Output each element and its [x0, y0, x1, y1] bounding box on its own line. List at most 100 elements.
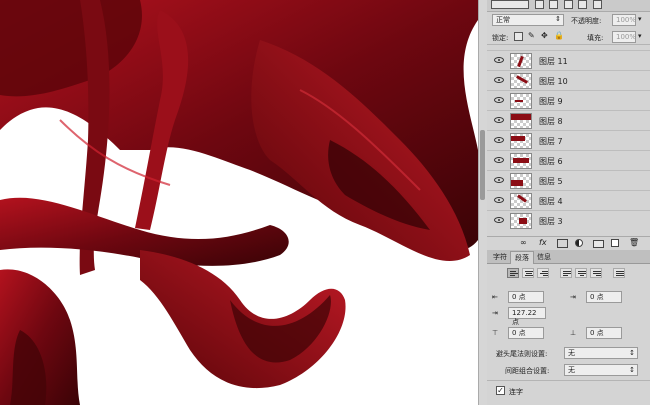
layer-thumbnail [510, 173, 532, 189]
layer-thumbnail [510, 133, 532, 149]
mojikumi-label: 间距组合设置: [505, 367, 550, 375]
layer-thumbnail [510, 53, 532, 69]
chevron-updown-icon: ⇕ [555, 15, 561, 23]
justify-all-button[interactable] [613, 268, 625, 278]
kinsoku-select[interactable]: 无 [564, 347, 638, 359]
layer-name: 图层 3 [539, 217, 563, 226]
layer-row[interactable]: 图层 8 [487, 110, 650, 130]
align-center-button[interactable] [522, 268, 534, 278]
mojikumi-select[interactable]: 无 [564, 364, 638, 376]
layer-name: 图层 8 [539, 117, 563, 126]
lock-brush-icon[interactable]: ✎ [528, 31, 535, 40]
kinsoku-label: 避头尾法则设置: [496, 350, 548, 358]
adjustment-icon[interactable] [575, 239, 583, 247]
space-after-input[interactable]: 0 点 [586, 327, 622, 339]
fill-dropdown-icon[interactable]: ▾ [638, 32, 642, 40]
layer-list: 图层 11 图层 10 图层 9 图层 8 图层 7 图层 6 图层 5 图层 … [487, 46, 650, 234]
fill-input[interactable]: 100% [612, 31, 636, 43]
red-fabric-artwork [0, 0, 478, 405]
layer-thumbnail [510, 73, 532, 89]
first-line-indent-icon: ⇥ [492, 309, 498, 317]
justify-last-right-button[interactable] [590, 268, 602, 278]
opacity-input[interactable]: 100% [612, 14, 636, 26]
filter-pixel-icon[interactable] [534, 0, 544, 9]
layers-footer: ∞ fx 🗑 [487, 236, 650, 249]
filter-text-icon[interactable] [563, 0, 573, 9]
lock-move-icon[interactable]: ✥ [541, 31, 548, 40]
layer-name: 图层 10 [539, 77, 568, 86]
align-right-button[interactable] [537, 268, 549, 278]
fx-icon[interactable]: fx [539, 238, 547, 247]
layers-and-paragraph-panel: 正常 ⇕ 不透明度: 100% ▾ 锁定: ✎ ✥ 🔒 填充: 100% ▾ 图… [487, 0, 650, 405]
lock-label: 锁定: [492, 34, 509, 42]
trash-icon[interactable]: 🗑 [629, 238, 639, 247]
hyphenate-divider [487, 380, 650, 381]
layer-row[interactable]: 图层 4 [487, 190, 650, 210]
layer-row[interactable]: 图层 6 [487, 150, 650, 170]
eye-icon[interactable] [494, 97, 504, 103]
align-left-button[interactable] [507, 268, 519, 278]
eye-icon[interactable] [494, 137, 504, 143]
new-layer-icon[interactable] [611, 239, 619, 247]
layer-thumbnail [510, 93, 532, 109]
justify-last-left-button[interactable] [560, 268, 572, 278]
lock-transparent-icon[interactable] [514, 32, 523, 41]
filter-shape-icon[interactable] [578, 0, 588, 9]
layer-name: 图层 7 [539, 137, 563, 146]
layer-row[interactable]: 图层 10 [487, 70, 650, 90]
filter-kind-icon[interactable] [491, 0, 529, 9]
layer-name: 图层 5 [539, 177, 563, 186]
layer-filter-toolbar [487, 0, 650, 12]
left-indent-input[interactable]: 0 点 [508, 291, 544, 303]
right-indent-input[interactable]: 0 点 [586, 291, 622, 303]
layer-thumbnail [510, 213, 532, 229]
hyphenate-label: 连字 [509, 388, 523, 396]
eye-icon[interactable] [494, 217, 504, 223]
opacity-label: 不透明度: [571, 17, 602, 25]
eye-icon[interactable] [494, 177, 504, 183]
hyphenate-checkbox[interactable]: ✓ [496, 386, 505, 395]
layer-name: 图层 11 [539, 57, 568, 66]
filter-adjust-icon[interactable] [549, 0, 559, 9]
layer-thumbnail [510, 153, 532, 169]
paragraph-panel-tabs: 字符 段落 信息 [487, 250, 650, 264]
layer-thumbnail [510, 113, 532, 129]
eye-icon[interactable] [494, 117, 504, 123]
blend-mode-select[interactable]: 正常 ⇕ [492, 14, 564, 26]
layer-row[interactable]: 图层 11 [487, 50, 650, 70]
tab-info[interactable]: 信息 [533, 251, 555, 263]
mask-icon[interactable] [557, 239, 568, 248]
layer-row[interactable]: 图层 5 [487, 170, 650, 190]
layer-thumbnail [510, 193, 532, 209]
layer-name: 图层 4 [539, 197, 563, 206]
eye-icon[interactable] [494, 57, 504, 63]
first-line-indent-input[interactable]: 127.22 点 [508, 307, 546, 326]
layer-row[interactable]: 图层 7 [487, 130, 650, 150]
lock-row: 锁定: ✎ ✥ 🔒 填充: 100% ▾ [487, 30, 650, 45]
justify-last-center-button[interactable] [575, 268, 587, 278]
group-icon[interactable] [593, 240, 604, 248]
space-before-icon: ⊤ [492, 329, 499, 337]
scrollbar-thumb[interactable] [480, 130, 485, 200]
space-after-icon: ⊥ [570, 329, 577, 337]
tab-character[interactable]: 字符 [489, 251, 511, 263]
tab-paragraph[interactable]: 段落 [510, 251, 534, 264]
layer-row[interactable]: 图层 9 [487, 90, 650, 110]
space-before-input[interactable]: 0 点 [508, 327, 544, 339]
eye-icon[interactable] [494, 77, 504, 83]
eye-icon[interactable] [494, 197, 504, 203]
blend-mode-value: 正常 [496, 16, 510, 24]
layer-name: 图层 9 [539, 97, 563, 106]
layer-row[interactable]: 图层 3 [487, 210, 650, 230]
link-icon[interactable]: ∞ [520, 238, 527, 247]
left-indent-icon: ⇤ [492, 293, 498, 301]
filter-smart-icon[interactable] [592, 0, 602, 9]
layer-name: 图层 6 [539, 157, 563, 166]
lock-all-icon[interactable]: 🔒 [554, 31, 564, 40]
document-canvas[interactable] [0, 0, 478, 405]
panel-divider[interactable] [478, 0, 487, 405]
fill-label: 填充: [587, 34, 604, 42]
opacity-dropdown-icon[interactable]: ▾ [638, 15, 642, 23]
eye-icon[interactable] [494, 157, 504, 163]
right-indent-icon: ⇥ [570, 293, 576, 301]
